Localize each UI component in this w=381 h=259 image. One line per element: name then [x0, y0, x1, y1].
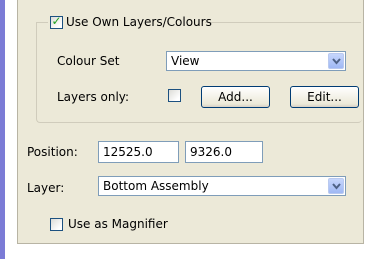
use-as-magnifier-checkbox[interactable] — [50, 218, 63, 231]
layer-label: Layer: — [27, 181, 65, 195]
window-edge-accent — [0, 0, 5, 259]
checkmark-icon: ✓ — [51, 14, 62, 28]
layer-dropdown[interactable]: Bottom Assembly — [98, 176, 346, 196]
use-own-layers-checkbox[interactable]: ✓ — [50, 14, 63, 29]
edit-button[interactable]: Edit... — [290, 86, 359, 108]
position-x-value: 12525.0 — [103, 145, 153, 159]
colour-set-label: Colour Set — [57, 54, 120, 68]
layers-only-label: Layers only: — [57, 90, 130, 104]
layer-value: Bottom Assembly — [103, 179, 209, 193]
use-own-layers-label: Use Own Layers/Colours — [66, 15, 212, 29]
groupbox-top-border-right — [205, 22, 361, 23]
groupbox-top-border-left — [36, 22, 48, 23]
colour-set-dropdown[interactable]: View — [166, 51, 346, 71]
position-label: Position: — [27, 145, 78, 159]
position-y-value: 9326.0 — [190, 145, 232, 159]
add-button[interactable]: Add... — [201, 86, 270, 108]
colour-set-value: View — [171, 54, 200, 68]
position-y-field[interactable]: 9326.0 — [185, 141, 263, 163]
chevron-down-icon[interactable] — [328, 53, 344, 69]
chevron-down-icon[interactable] — [328, 178, 344, 194]
layers-only-checkbox[interactable] — [168, 89, 181, 102]
position-x-field[interactable]: 12525.0 — [98, 141, 179, 163]
use-as-magnifier-label: Use as Magnifier — [68, 217, 168, 231]
